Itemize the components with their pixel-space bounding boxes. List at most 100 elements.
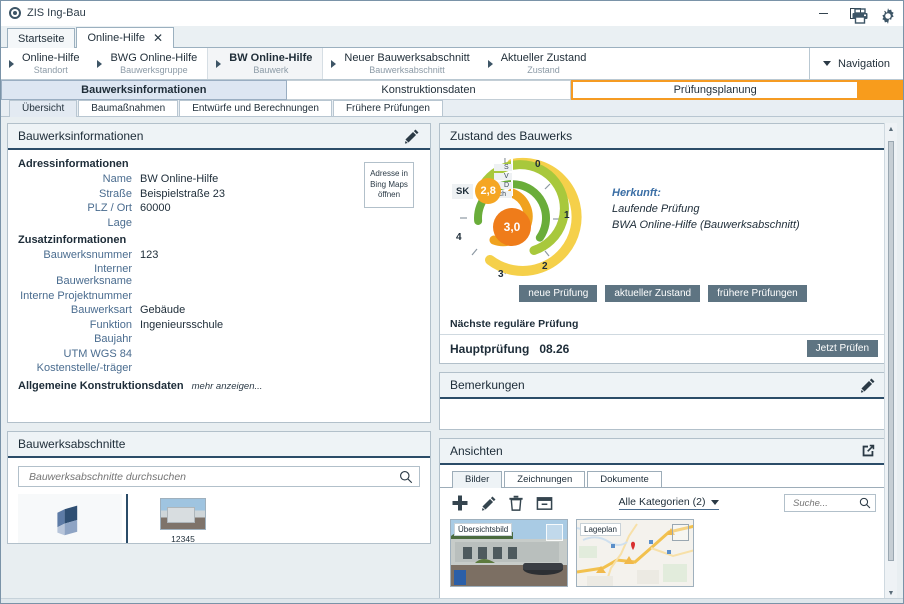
next-inspection-label: Nächste reguläre Prüfung — [440, 310, 886, 335]
info-value: 123 — [140, 249, 158, 261]
breadcrumb-item-bauwerksabschnitt[interactable]: Neuer Bauwerksabschnitt Bauwerksabschnit… — [323, 48, 479, 79]
breadcrumb-item-bauwerk[interactable]: BW Online-Hilfe Bauwerk — [207, 48, 323, 79]
printer-icon[interactable] — [851, 8, 869, 24]
breadcrumb-item-bauwerksgruppe[interactable]: BWG Online-Hilfe Bauwerksgruppe — [89, 48, 207, 79]
tab-online-hilfe[interactable]: Online-Hilfe ✕ — [76, 27, 174, 48]
info-row: PLZ / Ort 60000 — [18, 202, 420, 214]
ansichten-tab-dokumente-label: Dokumente — [600, 474, 649, 485]
tab-konstruktionsdaten[interactable]: Konstruktionsdaten — [287, 80, 572, 100]
panel-title: Bemerkungen — [450, 378, 859, 392]
panel-title: Zustand des Bauwerks — [450, 129, 876, 143]
breadcrumb-item-standort[interactable]: Online-Hilfe Standort — [1, 48, 89, 79]
search-icon[interactable] — [399, 470, 413, 484]
tab-startseite[interactable]: Startseite — [7, 28, 75, 48]
search-input[interactable] — [27, 470, 399, 484]
breadcrumb-main-2: BW Online-Hilfe — [229, 52, 312, 65]
scroll-thumb[interactable] — [888, 141, 894, 561]
sub-tab-baumassnahmen[interactable]: Baumaßnahmen — [78, 100, 178, 116]
tab-bauwerksinformationen[interactable]: Bauwerksinformationen — [1, 80, 287, 100]
zustand-action-buttons: neue Prüfung aktueller Zustand frühere P… — [450, 285, 876, 302]
info-value: Ingenieursschule — [140, 319, 223, 331]
bauwerksabschnitte-search[interactable] — [18, 466, 420, 487]
fruehere-pruefungen-button[interactable]: frühere Prüfungen — [708, 285, 807, 302]
mehr-anzeigen-link[interactable]: mehr anzeigen... — [192, 381, 263, 392]
panel-header: Ansichten — [440, 439, 886, 465]
jetzt-pruefen-button[interactable]: Jetzt Prüfen — [807, 340, 878, 357]
bemerkungen-text[interactable] — [440, 399, 886, 429]
ansichten-tab-dokumente[interactable]: Dokumente — [587, 471, 662, 487]
bing-maps-button[interactable]: Adresse in Bing Maps öffnen — [364, 162, 414, 208]
panel-header: Bemerkungen — [440, 373, 886, 399]
breadcrumb-sub-1: Bauwerksgruppe — [110, 65, 197, 75]
sub-tab-fruehere-pruefungen[interactable]: Frühere Prüfungen — [333, 100, 443, 116]
info-row: Funktion Ingenieursschule — [18, 319, 420, 331]
tab-pruefungsplanung-label: Prüfungsplanung — [674, 84, 757, 96]
scroll-up-icon[interactable]: ▲ — [888, 123, 895, 135]
sk-value: 2,8 — [475, 178, 501, 204]
breadcrumb-sub-4: Zustand — [501, 65, 587, 75]
work-area: Bauwerksinformationen Adresse in Bing Ma… — [1, 117, 903, 603]
card-number: 12345 — [171, 534, 195, 543]
breadcrumb: Online-Hilfe Standort BWG Online-Hilfe B… — [1, 48, 903, 80]
info-label: PLZ / Ort — [18, 202, 140, 214]
ansichten-search[interactable] — [784, 494, 876, 512]
navigation-button[interactable]: Navigation — [809, 48, 903, 79]
gauge-arc-label-d: D — [504, 182, 509, 189]
info-row: Bauwerksnummer 123 — [18, 249, 420, 261]
tile-select-box[interactable] — [672, 524, 689, 541]
gear-icon[interactable] — [879, 7, 897, 25]
tab-startseite-label: Startseite — [18, 33, 64, 45]
delete-trash-icon[interactable] — [506, 493, 526, 513]
archive-box-icon[interactable] — [534, 493, 554, 513]
minimize-button[interactable] — [807, 1, 839, 26]
panel-bemerkungen: Bemerkungen — [439, 372, 887, 430]
open-external-icon[interactable] — [860, 443, 876, 459]
building-section-icon — [52, 502, 88, 538]
navigation-label: Navigation — [838, 58, 890, 70]
ansicht-tile-lageplan[interactable]: Lageplan — [576, 519, 694, 587]
orange-accent-block — [859, 80, 903, 100]
sub-tab-entwuerfe[interactable]: Entwürfe und Berechnungen — [179, 100, 332, 116]
breadcrumb-item-zustand[interactable]: Aktueller Zustand Zustand — [480, 48, 597, 79]
chevron-down-icon — [711, 500, 719, 505]
ansichten-toolbar: Alle Kategorien (2) — [440, 488, 886, 517]
gauge-arc-label-v: V — [504, 173, 509, 180]
vertical-scrollbar[interactable]: ▲ ▼ — [884, 123, 897, 599]
herkunft-line-1: Laufende Prüfung — [612, 202, 800, 218]
close-icon[interactable]: ✕ — [153, 32, 163, 44]
bauwerksabschnitte-cards: Neuer Bauwerksabschnitt 12345 BWA Online… — [18, 494, 420, 543]
tab-pruefungsplanung[interactable]: Prüfungsplanung — [571, 80, 859, 100]
sub-tab-uebersicht[interactable]: Übersicht — [9, 100, 77, 116]
tile-caption: Lageplan — [580, 523, 621, 536]
scroll-track[interactable] — [885, 135, 897, 587]
edit-pencil-icon[interactable] — [478, 493, 498, 513]
aktueller-zustand-button[interactable]: aktueller Zustand — [605, 285, 700, 302]
neue-pruefung-button[interactable]: neue Prüfung — [519, 285, 597, 302]
card-divider — [126, 494, 128, 543]
chevron-right-icon — [97, 60, 102, 68]
ansicht-tile-uebersichtsbild[interactable]: Übersichtsbild — [450, 519, 568, 587]
pencil-icon[interactable] — [403, 128, 420, 145]
ansichten-tab-zeichnungen[interactable]: Zeichnungen — [504, 471, 585, 487]
kategorien-dropdown[interactable]: Alle Kategorien (2) — [619, 496, 720, 510]
search-input[interactable] — [791, 497, 859, 510]
add-icon[interactable] — [450, 493, 470, 513]
section-heading-adressinformationen: Adressinformationen — [18, 158, 420, 170]
info-row: Lage — [18, 217, 420, 229]
new-bauwerksabschnitt-card[interactable]: Neuer Bauwerksabschnitt — [18, 494, 122, 543]
titlebar-actions — [851, 4, 897, 28]
sub-tab-entwuerfe-label: Entwürfe und Berechnungen — [192, 103, 319, 114]
next-inspection-row: Hauptprüfung 08.26 Jetzt Prüfen — [440, 335, 886, 363]
zustand-gauge-chart: I S V D Sch 0 1 2 3 4 — [450, 156, 600, 281]
tile-select-box[interactable] — [546, 524, 563, 541]
pencil-icon[interactable] — [859, 377, 876, 394]
info-label: Name — [18, 173, 140, 185]
ansichten-tab-bilder[interactable]: Bilder — [452, 471, 502, 487]
gauge-scale-4: 4 — [456, 232, 462, 243]
search-icon[interactable] — [859, 497, 871, 509]
sub-tab-baumassnahmen-label: Baumaßnahmen — [91, 103, 165, 114]
next-inspection-title: Hauptprüfung — [450, 342, 529, 356]
panel-bauwerksabschnitte: Bauwerksabschnitte — [7, 431, 431, 544]
bauwerksabschnitt-card[interactable]: 12345 BWA Online-Hilfe — [144, 494, 222, 543]
thumbnail-image — [160, 498, 206, 530]
